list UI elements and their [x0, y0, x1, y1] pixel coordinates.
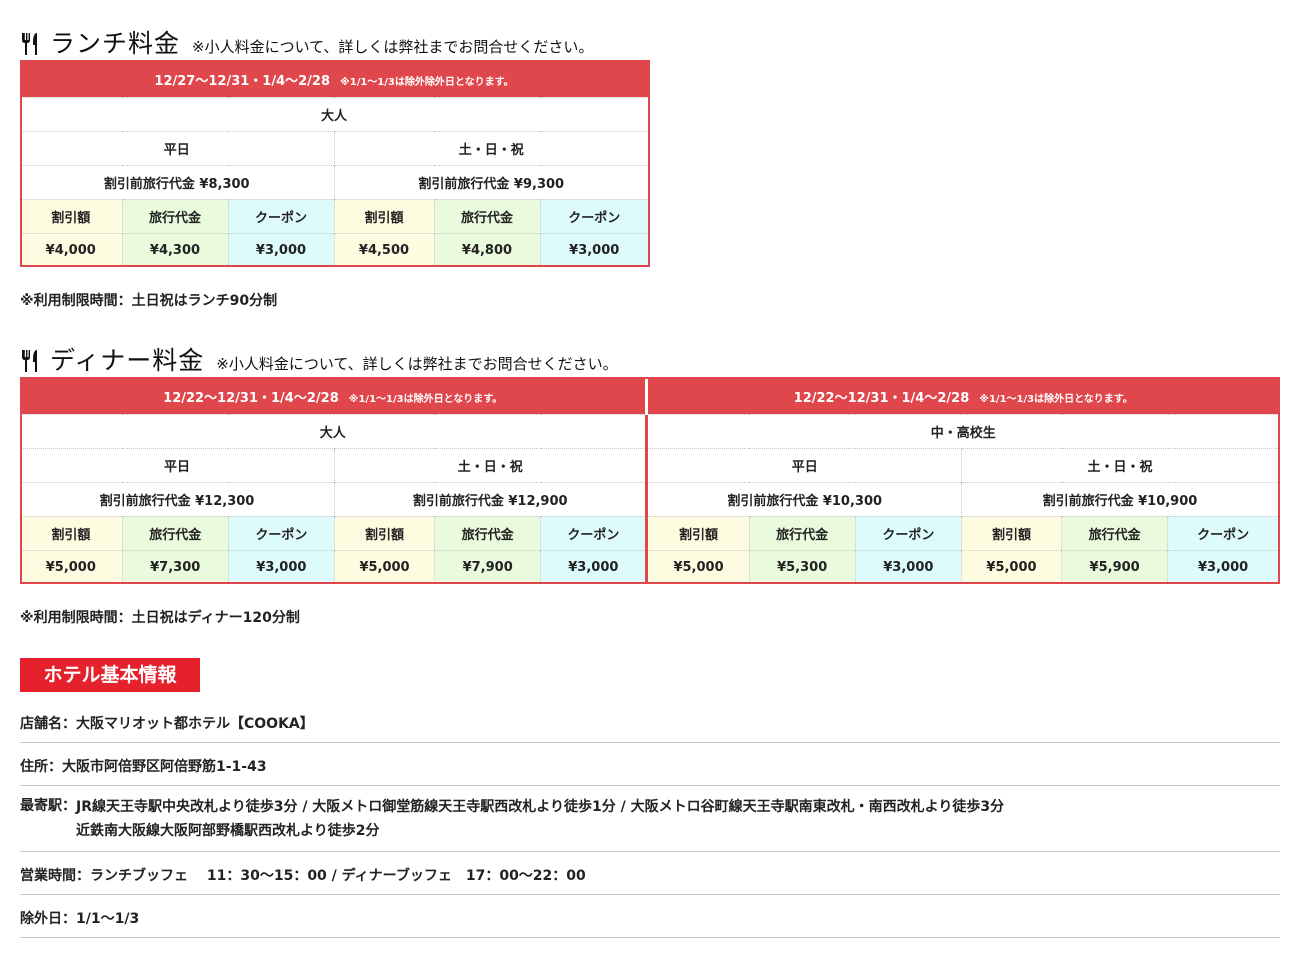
hotel-closed-row: 除外日： 1/1〜1/3 — [20, 895, 1280, 938]
lunch-price-table: 12/27〜12/31・1/4〜2/28 ※1/1〜1/3は除外除外日となります。… — [20, 62, 648, 267]
hotel-station-row: 最寄駅： JR線天王寺駅中央改札より徒歩3分 / 大阪メトロ御堂筋線天王寺駅西改… — [20, 786, 1280, 852]
dinner-value: ¥7,900 — [434, 549, 541, 584]
dinner-note: ※小人料金について、詳しくは弊社までお問合せください。 — [216, 355, 618, 373]
hotel-station-label: 最寄駅： — [20, 798, 76, 814]
lunch-value: ¥4,300 — [121, 232, 228, 267]
dinner-col-label: 割引額 — [960, 515, 1062, 550]
lunch-weekend-base: 割引前旅行代金 ¥9,300 — [333, 164, 648, 199]
hotel-name-value: 大阪マリオット都ホテル【COOKA】 — [76, 716, 314, 732]
dinner-adult-weekend-base: 割引前旅行代金 ¥12,900 — [333, 481, 647, 516]
dinner-value: ¥5,000 — [960, 549, 1062, 584]
dinner-footnote: ※利用制限時間：土日祝はディナー120分制 — [20, 610, 300, 626]
dinner-value: ¥5,000 — [333, 549, 435, 584]
dinner-value: ¥5,300 — [748, 549, 856, 584]
dinner-col-label: クーポン — [540, 515, 647, 550]
dinner-value: ¥3,000 — [540, 549, 647, 584]
dinner-value: ¥5,000 — [20, 549, 123, 584]
dinner-student-weekday-base: 割引前旅行代金 ¥10,300 — [645, 481, 962, 516]
hotel-name-label: 店舗名： — [20, 716, 76, 732]
dinner-student-period: 12/22〜12/31・1/4〜2/28 — [793, 390, 970, 406]
lunch-col-label: 割引額 — [20, 198, 122, 233]
hotel-hours-value: ランチブッフェ 11：30〜15：00 / ディナーブッフェ 17：00〜22：… — [90, 868, 586, 884]
hotel-address-value: 大阪市阿倍野区阿倍野筋1-1-43 — [62, 759, 267, 775]
dinner-section-title: ディナー料金 ※小人料金について、詳しくは弊社までお問合せください。 — [20, 341, 618, 377]
hotel-info-list: 店舗名： 大阪マリオット都ホテル【COOKA】 住所： 大阪市阿倍野区阿倍野筋1… — [20, 703, 1280, 938]
dinner-col-label: クーポン — [1167, 515, 1278, 550]
dinner-value: ¥5,900 — [1061, 549, 1168, 584]
hotel-closed-label: 除外日： — [20, 911, 76, 927]
hotel-station-line-1: JR線天王寺駅中央改札より徒歩3分 / 大阪メトロ御堂筋線天王寺駅西改札より徒歩… — [76, 799, 1005, 815]
lunch-footnote: ※利用制限時間：土日祝はランチ90分制 — [20, 293, 278, 309]
dinner-value: ¥5,000 — [645, 549, 750, 584]
hotel-station-line-2: 近鉄南大阪線大阪阿部野橋駅西改札より徒歩2分 — [76, 823, 380, 839]
lunch-group-label: 大人 — [20, 96, 648, 131]
dinner-adult-period-note: ※1/1〜1/3は除外日となります。 — [348, 393, 503, 405]
lunch-note: ※小人料金について、詳しくは弊社までお問合せください。 — [192, 38, 594, 56]
hotel-name-row: 店舗名： 大阪マリオット都ホテル【COOKA】 — [20, 703, 1280, 743]
dinner-adult-weekday-label: 平日 — [20, 447, 335, 482]
dinner-student-period-header: 12/22〜12/31・1/4〜2/28 ※1/1〜1/3は除外日となります。 — [645, 379, 1278, 414]
dinner-col-label: クーポン — [227, 515, 335, 550]
dinner-student-label: 中・高校生 — [645, 413, 1278, 448]
lunch-col-label: クーポン — [227, 198, 334, 233]
dinner-col-label: 割引額 — [645, 515, 750, 550]
dinner-col-label: 割引額 — [20, 515, 123, 550]
hotel-hours-label: 営業時間： — [20, 868, 90, 884]
dinner-title: ディナー料金 — [50, 346, 205, 375]
lunch-col-label: 割引額 — [333, 198, 434, 233]
lunch-section-title: ランチ料金 ※小人料金について、詳しくは弊社までお問合せください。 — [20, 24, 593, 60]
lunch-value: ¥3,000 — [227, 232, 334, 267]
lunch-period-note: ※1/1〜1/3は除外除外日となります。 — [340, 76, 514, 88]
dinner-adult-weekday-base: 割引前旅行代金 ¥12,300 — [20, 481, 335, 516]
lunch-value: ¥4,500 — [333, 232, 434, 267]
dinner-col-label: 旅行代金 — [434, 515, 541, 550]
lunch-title: ランチ料金 — [50, 29, 181, 58]
dinner-student-weekend-base: 割引前旅行代金 ¥10,900 — [960, 481, 1278, 516]
hotel-info-badge: ホテル基本情報 — [20, 658, 200, 692]
dinner-student-weekday-label: 平日 — [645, 447, 962, 482]
dinner-adult-label: 大人 — [20, 413, 647, 448]
dinner-adult-period-header: 12/22〜12/31・1/4〜2/28 ※1/1〜1/3は除外日となります。 — [20, 379, 647, 414]
dinner-value: ¥3,000 — [854, 549, 962, 584]
hotel-closed-value: 1/1〜1/3 — [76, 911, 140, 927]
dinner-student-weekend-label: 土・日・祝 — [960, 447, 1278, 482]
dinner-price-table: 12/22〜12/31・1/4〜2/28 ※1/1〜1/3は除外日となります。 1… — [20, 379, 1278, 584]
lunch-col-label: 旅行代金 — [433, 198, 540, 233]
lunch-col-label: クーポン — [539, 198, 648, 233]
dinner-value: ¥3,000 — [227, 549, 335, 584]
dinner-adult-period: 12/22〜12/31・1/4〜2/28 — [163, 390, 339, 406]
hotel-hours-row: 営業時間： ランチブッフェ 11：30〜15：00 / ディナーブッフェ 17：… — [20, 852, 1280, 895]
lunch-value: ¥4,000 — [20, 232, 122, 267]
dinner-value: ¥7,300 — [121, 549, 229, 584]
dinner-value: ¥3,000 — [1167, 549, 1278, 584]
dinner-col-label: クーポン — [854, 515, 962, 550]
fork-knife-icon — [22, 33, 37, 55]
dinner-col-label: 割引額 — [333, 515, 435, 550]
hotel-address-row: 住所： 大阪市阿倍野区阿倍野筋1-1-43 — [20, 743, 1280, 786]
dinner-col-label: 旅行代金 — [121, 515, 229, 550]
dinner-col-label: 旅行代金 — [748, 515, 856, 550]
lunch-weekday-label: 平日 — [20, 130, 334, 165]
lunch-col-label: 旅行代金 — [121, 198, 228, 233]
dinner-adult-weekend-label: 土・日・祝 — [333, 447, 647, 482]
lunch-value: ¥4,800 — [433, 232, 540, 267]
hotel-address-label: 住所： — [20, 759, 62, 775]
fork-knife-icon — [22, 350, 37, 372]
dinner-student-period-note: ※1/1〜1/3は除外日となります。 — [979, 393, 1133, 405]
lunch-period: 12/27〜12/31・1/4〜2/28 — [154, 73, 331, 89]
lunch-weekend-label: 土・日・祝 — [333, 130, 648, 165]
lunch-period-header: 12/27〜12/31・1/4〜2/28 ※1/1〜1/3は除外除外日となります。 — [20, 62, 648, 97]
dinner-col-label: 旅行代金 — [1061, 515, 1168, 550]
lunch-weekday-base: 割引前旅行代金 ¥8,300 — [20, 164, 334, 199]
lunch-value: ¥3,000 — [539, 232, 648, 267]
